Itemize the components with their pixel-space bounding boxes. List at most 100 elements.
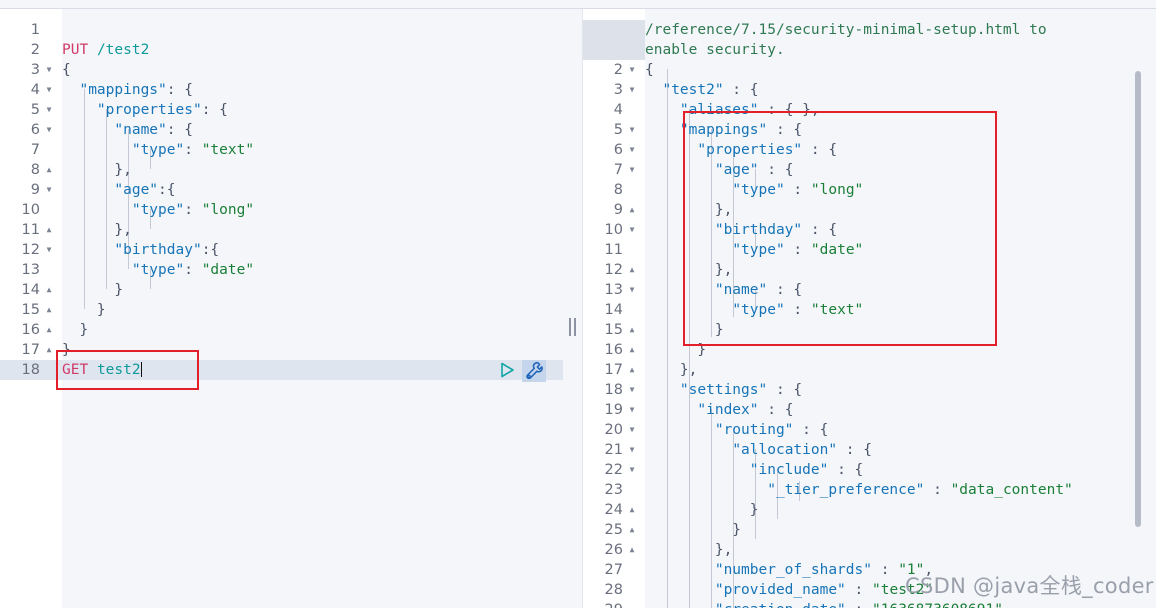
fold-arrow-icon[interactable]: ▲ bbox=[627, 540, 637, 560]
fold-arrow-icon[interactable]: ▼ bbox=[627, 60, 637, 80]
code-line[interactable]: /reference/7.15/security-minimal-setup.h… bbox=[583, 20, 1156, 40]
request-actions[interactable] bbox=[498, 360, 558, 382]
fold-arrow-icon[interactable]: ▼ bbox=[627, 420, 637, 440]
code-line[interactable]: 7 "type": "text" bbox=[0, 140, 563, 160]
code-line[interactable]: 13 ▼ "name" : { bbox=[583, 280, 1156, 300]
line-number: 11 bbox=[604, 242, 623, 258]
code-line[interactable]: 21 ▼ "allocation" : { bbox=[583, 440, 1156, 460]
code-line[interactable]: 3 ▼ { bbox=[0, 60, 563, 80]
fold-arrow-icon[interactable]: ▲ bbox=[44, 160, 54, 180]
fold-arrow-icon[interactable]: ▲ bbox=[44, 280, 54, 300]
fold-arrow-icon[interactable]: ▼ bbox=[627, 220, 637, 240]
code-line[interactable]: 13 "type": "date" bbox=[0, 260, 563, 280]
fold-arrow-icon[interactable]: ▲ bbox=[627, 320, 637, 340]
code-line[interactable]: 9 ▼ "age":{ bbox=[0, 180, 563, 200]
fold-arrow-icon[interactable]: ▲ bbox=[627, 260, 637, 280]
play-icon[interactable] bbox=[498, 361, 516, 379]
fold-arrow-icon[interactable]: ▼ bbox=[44, 80, 54, 100]
code-token: { bbox=[645, 62, 654, 78]
line-number: 2 bbox=[613, 62, 623, 78]
fold-arrow-icon[interactable]: ▼ bbox=[44, 180, 54, 200]
fold-arrow-icon[interactable]: ▼ bbox=[44, 100, 54, 120]
code-token: "_tier_preference" bbox=[767, 482, 925, 498]
fold-arrow-icon[interactable]: ▼ bbox=[627, 80, 637, 100]
splitter-grip-icon[interactable] bbox=[569, 318, 577, 336]
fold-arrow-icon[interactable]: ▲ bbox=[44, 340, 54, 360]
code-token: : bbox=[784, 302, 811, 318]
fold-arrow-icon[interactable]: ▼ bbox=[44, 240, 54, 260]
fold-arrow-icon[interactable]: ▲ bbox=[44, 320, 54, 340]
vertical-scrollbar[interactable] bbox=[1135, 71, 1141, 527]
fold-arrow-icon[interactable]: ▲ bbox=[44, 300, 54, 320]
fold-arrow-icon[interactable]: ▲ bbox=[627, 500, 637, 520]
code-line[interactable]: 29 "creation_date" : "1636873608691", bbox=[583, 600, 1156, 608]
code-token: : { bbox=[758, 162, 794, 178]
code-line[interactable]: 11 ▲ }, bbox=[0, 220, 563, 240]
code-line[interactable]: 6 ▼ "properties" : { bbox=[583, 140, 1156, 160]
code-line[interactable]: 16 ▲ } bbox=[0, 320, 563, 340]
code-line[interactable]: 9 ▲ }, bbox=[583, 200, 1156, 220]
code-line[interactable]: 18 GET test2 bbox=[0, 360, 563, 380]
code-token: /test2 bbox=[96, 42, 150, 58]
request-pane[interactable]: 1 2 PUT /test2 3 ▼{4 ▼ "mappings": {5 ▼ "prope… bbox=[0, 9, 563, 608]
code-line[interactable]: 18 ▼ "settings" : { bbox=[583, 380, 1156, 400]
code-line[interactable]: 22 ▼ "include" : { bbox=[583, 460, 1156, 480]
code-line[interactable]: 3 ▼ "test2" : { bbox=[583, 80, 1156, 100]
fold-arrow-icon[interactable]: ▲ bbox=[627, 200, 637, 220]
code-line[interactable]: 26 ▲ }, bbox=[583, 540, 1156, 560]
code-line[interactable]: 12 ▼ "birthday":{ bbox=[0, 240, 563, 260]
fold-arrow-icon[interactable]: ▲ bbox=[44, 220, 54, 240]
code-line[interactable]: 8 ▲ }, bbox=[0, 160, 563, 180]
code-line[interactable]: 6 ▼ "name": { bbox=[0, 120, 563, 140]
code-line[interactable]: 17 ▲} bbox=[0, 340, 563, 360]
code-line[interactable]: 19 ▼ "index" : { bbox=[583, 400, 1156, 420]
code-line[interactable]: 12 ▲ }, bbox=[583, 260, 1156, 280]
pane-splitter[interactable] bbox=[563, 9, 583, 608]
code-line[interactable]: 5 ▼ "mappings" : { bbox=[583, 120, 1156, 140]
code-token: "type" bbox=[131, 142, 185, 158]
code-line[interactable]: 4 "aliases" : { }, bbox=[583, 100, 1156, 120]
response-pane[interactable]: /reference/7.15/security-minimal-setup.h… bbox=[583, 9, 1156, 608]
code-line[interactable]: enable security. bbox=[583, 40, 1156, 60]
code-line[interactable]: 8 "type" : "long" bbox=[583, 180, 1156, 200]
line-number: 3 bbox=[613, 82, 623, 98]
code-line[interactable]: 16 ▲ } bbox=[583, 340, 1156, 360]
wrench-icon[interactable] bbox=[522, 360, 546, 382]
code-line[interactable]: 15 ▲ } bbox=[583, 320, 1156, 340]
fold-arrow-icon[interactable]: ▼ bbox=[627, 140, 637, 160]
code-line[interactable]: 25 ▲ } bbox=[583, 520, 1156, 540]
fold-arrow-icon[interactable]: ▼ bbox=[627, 280, 637, 300]
code-line[interactable]: 24 ▲ } bbox=[583, 500, 1156, 520]
code-line[interactable]: 5 ▼ "properties": { bbox=[0, 100, 563, 120]
fold-arrow-icon[interactable]: ▼ bbox=[44, 120, 54, 140]
code-line[interactable]: 23 "_tier_preference" : "data_content" bbox=[583, 480, 1156, 500]
code-line[interactable]: 14 ▲ } bbox=[0, 280, 563, 300]
fold-arrow-icon[interactable]: ▼ bbox=[627, 460, 637, 480]
code-token: "creation_date" bbox=[715, 602, 846, 608]
code-line[interactable]: 20 ▼ "routing" : { bbox=[583, 420, 1156, 440]
fold-arrow-icon[interactable]: ▲ bbox=[627, 340, 637, 360]
code-line[interactable]: 11 "type" : "date" bbox=[583, 240, 1156, 260]
line-content: "mappings": { bbox=[62, 80, 193, 100]
code-line[interactable]: 10 "type": "long" bbox=[0, 200, 563, 220]
fold-arrow-icon[interactable]: ▼ bbox=[627, 440, 637, 460]
fold-arrow-icon[interactable]: ▲ bbox=[627, 360, 637, 380]
code-line[interactable]: 14 "type" : "text" bbox=[583, 300, 1156, 320]
code-line[interactable]: 2 PUT /test2 bbox=[0, 40, 563, 60]
fold-arrow-icon[interactable]: ▼ bbox=[627, 120, 637, 140]
fold-arrow-icon[interactable]: ▲ bbox=[627, 520, 637, 540]
code-line[interactable]: 10 ▼ "birthday" : { bbox=[583, 220, 1156, 240]
code-line[interactable]: 2 ▼ { bbox=[583, 60, 1156, 80]
fold-arrow-icon[interactable]: ▼ bbox=[44, 60, 54, 80]
code-line[interactable]: 15 ▲ } bbox=[0, 300, 563, 320]
fold-arrow-icon[interactable]: ▼ bbox=[627, 160, 637, 180]
code-line[interactable]: 17 ▲ }, bbox=[583, 360, 1156, 380]
code-line[interactable]: 1 bbox=[0, 20, 563, 40]
code-line[interactable]: 7 ▼ "age" : { bbox=[583, 160, 1156, 180]
code-line[interactable]: 4 ▼ "mappings": { bbox=[0, 80, 563, 100]
code-token: : { bbox=[166, 122, 193, 138]
fold-arrow-icon[interactable]: ▼ bbox=[627, 380, 637, 400]
fold-arrow-icon[interactable]: ▼ bbox=[627, 400, 637, 420]
